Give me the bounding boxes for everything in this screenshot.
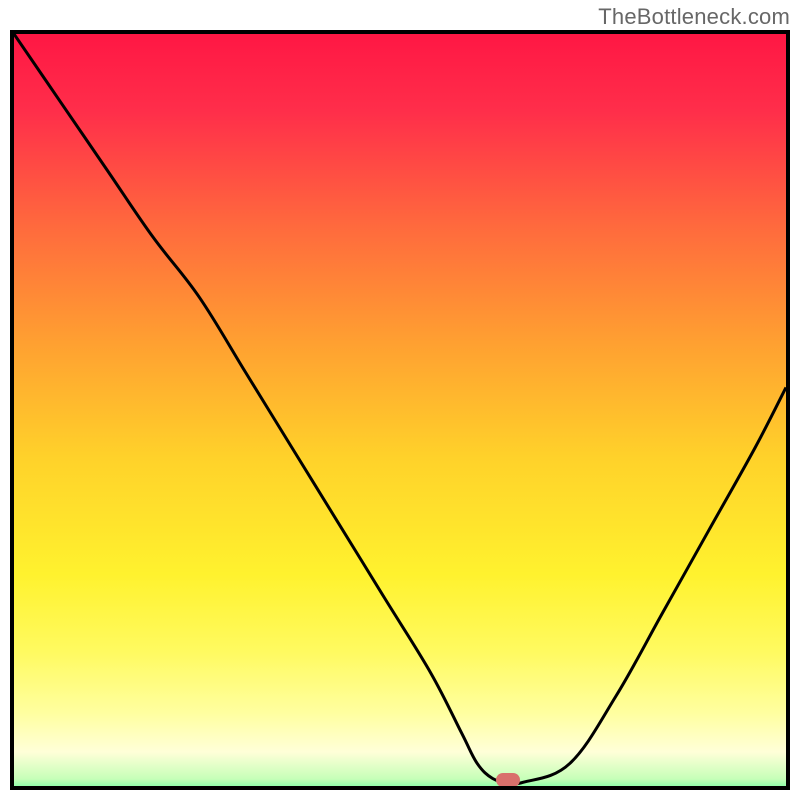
plot-frame bbox=[10, 30, 790, 790]
chart-container: TheBottleneck.com bbox=[0, 0, 800, 800]
curve-layer bbox=[14, 34, 786, 786]
sweet-spot-marker bbox=[496, 773, 520, 787]
watermark-text: TheBottleneck.com bbox=[598, 4, 790, 30]
bottleneck-curve bbox=[14, 34, 786, 784]
